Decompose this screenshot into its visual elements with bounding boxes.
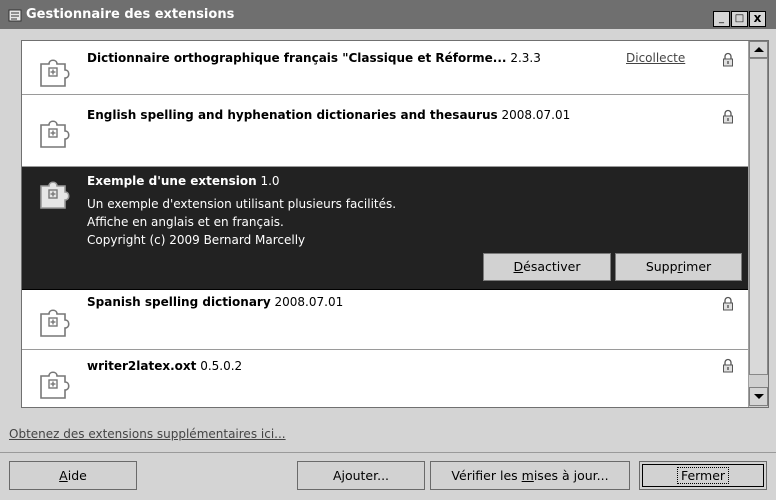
- lock-icon: [723, 296, 733, 311]
- remove-button[interactable]: Supprimer: [615, 253, 742, 281]
- scroll-down-arrow-icon[interactable]: [749, 387, 768, 406]
- lock-icon: [723, 109, 733, 124]
- extension-list[interactable]: Dictionnaire orthographique français "Cl…: [21, 40, 769, 408]
- footer-divider: [0, 452, 776, 453]
- disable-button[interactable]: Désactiver: [483, 253, 611, 281]
- extension-description: Un exemple d'extension utilisant plusieu…: [87, 195, 396, 249]
- close-button[interactable]: Fermer: [639, 461, 767, 490]
- extension-row[interactable]: Dictionnaire orthographique français "Cl…: [22, 41, 748, 95]
- description-line: Un exemple d'extension utilisant plusieu…: [87, 197, 397, 211]
- extension-row[interactable]: writer2latex.oxt 0.5.0.2: [22, 350, 748, 407]
- extension-version: 2008.07.01: [501, 108, 571, 122]
- extension-manager-icon: [8, 9, 22, 22]
- description-line: Copyright (c) 2009 Bernard Marcelly: [87, 233, 306, 247]
- extension-name: writer2latex.oxt: [87, 359, 197, 373]
- more-extensions-link[interactable]: Obtenez des extensions supplémentaires i…: [9, 426, 286, 442]
- puzzle-icon: [40, 371, 70, 399]
- vertical-scrollbar[interactable]: [748, 41, 768, 407]
- window-title: Gestionnaire des extensions: [26, 7, 235, 22]
- help-button[interactable]: Aide: [9, 461, 137, 490]
- close-window-button[interactable]: x: [749, 11, 766, 27]
- maximize-button[interactable]: □: [731, 11, 748, 27]
- extension-name: Dictionnaire orthographique français "Cl…: [87, 51, 507, 65]
- puzzle-icon: [40, 309, 70, 337]
- extension-version: 1.0: [260, 174, 280, 188]
- description-line: Affiche en anglais et en français.: [87, 215, 284, 229]
- extension-name: Spanish spelling dictionary: [87, 295, 271, 309]
- publisher-link[interactable]: Dicollecte: [626, 50, 685, 66]
- title-bar[interactable]: Gestionnaire des extensions _ □ x: [0, 0, 776, 29]
- lock-icon: [723, 52, 733, 67]
- puzzle-icon: [40, 59, 70, 87]
- lock-icon: [723, 358, 733, 373]
- scrollbar-thumb[interactable]: [749, 58, 768, 375]
- extension-version: 0.5.0.2: [200, 359, 243, 373]
- minimize-button[interactable]: _: [713, 11, 730, 27]
- check-updates-button[interactable]: Vérifier les mises à jour...: [430, 461, 630, 490]
- extension-version: 2.3.3: [510, 51, 541, 65]
- scroll-up-arrow-icon[interactable]: [749, 41, 768, 58]
- puzzle-icon: [40, 120, 70, 148]
- puzzle-icon: [40, 181, 70, 209]
- add-button[interactable]: Ajouter...: [297, 461, 425, 490]
- extension-row[interactable]: English spelling and hyphenation diction…: [22, 95, 748, 167]
- extension-version: 2008.07.01: [274, 295, 344, 309]
- extension-row-selected[interactable]: Exemple d'une extension 1.0 Un exemple d…: [22, 167, 748, 290]
- extension-name: Exemple d'une extension: [87, 174, 257, 188]
- extension-name: English spelling and hyphenation diction…: [87, 108, 498, 122]
- extension-row[interactable]: Spanish spelling dictionary 2008.07.01: [22, 290, 748, 350]
